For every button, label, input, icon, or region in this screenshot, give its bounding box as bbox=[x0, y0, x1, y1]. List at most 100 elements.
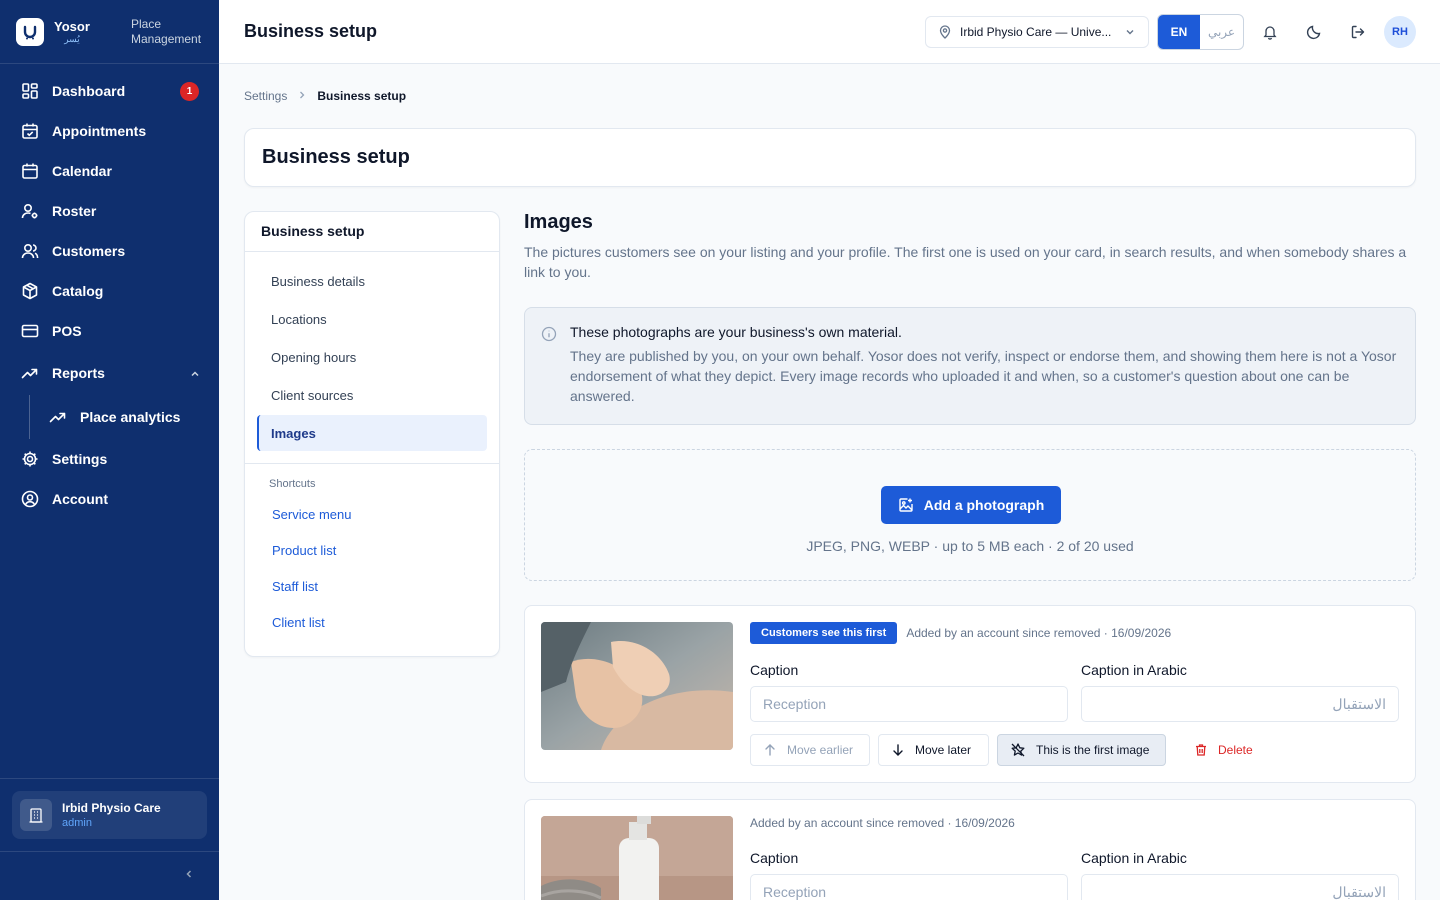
first-image-label: This is the first image bbox=[1036, 743, 1150, 757]
chevron-up-icon[interactable] bbox=[189, 367, 201, 383]
settings-subnav: Business setup Business details Location… bbox=[244, 211, 500, 657]
shortcuts-title: Shortcuts bbox=[269, 478, 316, 490]
place-role: admin bbox=[62, 817, 92, 829]
info-notice: These photographs are your business's ow… bbox=[524, 307, 1416, 425]
sidebar-item-label: Account bbox=[52, 491, 108, 507]
lang-ar-button[interactable]: عربي bbox=[1200, 15, 1243, 49]
sidebar-item-label: Customers bbox=[52, 243, 126, 259]
logout-icon[interactable] bbox=[1346, 20, 1370, 44]
shortcut-service-menu[interactable]: Service menu bbox=[245, 496, 499, 532]
page-title-card: Business setup bbox=[244, 128, 1416, 187]
subnav-item-opening-hours[interactable]: Opening hours bbox=[257, 339, 487, 375]
caption-input[interactable]: Reception bbox=[750, 874, 1068, 900]
sidebar-footer: Irbid Physio Care admin bbox=[0, 778, 219, 900]
sidebar-item-settings[interactable]: Settings bbox=[0, 439, 219, 479]
delete-button[interactable]: Delete bbox=[1182, 734, 1265, 766]
sidebar-item-appointments[interactable]: Appointments bbox=[0, 111, 219, 151]
breadcrumb-current: Business setup bbox=[317, 89, 407, 103]
image-actions: Move earlier Move later This is the firs… bbox=[750, 734, 1273, 766]
caption-label: Caption bbox=[750, 662, 799, 678]
info-icon bbox=[541, 326, 557, 347]
image-plus-icon bbox=[898, 497, 914, 513]
chevron-down-icon bbox=[1124, 26, 1136, 38]
location-select[interactable]: Irbid Physio Care — Unive... bbox=[925, 16, 1149, 48]
caption-label: Caption bbox=[750, 850, 799, 866]
chevron-left-icon[interactable] bbox=[183, 867, 195, 885]
calendar-icon bbox=[20, 161, 40, 181]
subnav-item-client-sources[interactable]: Client sources bbox=[257, 377, 487, 413]
brand-subtitle: Place Management bbox=[131, 16, 202, 46]
caption-arabic-input[interactable]: الاستقبال bbox=[1081, 874, 1399, 900]
add-photograph-button[interactable]: Add a photograph bbox=[881, 486, 1061, 524]
subnav-item-locations[interactable]: Locations bbox=[257, 301, 487, 337]
sidebar: Yosor يُسر Place Management Dashboard 1 … bbox=[0, 0, 219, 900]
location-select-value: Irbid Physio Care — Unive... bbox=[960, 25, 1112, 39]
sidebar-item-label: Reports bbox=[52, 365, 105, 381]
sidebar-item-label: Roster bbox=[52, 203, 97, 219]
image-thumbnail bbox=[541, 622, 733, 750]
image-card: Added by an account since removed · 16/0… bbox=[524, 799, 1416, 900]
subnav-item-business-details[interactable]: Business details bbox=[257, 263, 487, 299]
first-image-badge: Customers see this first bbox=[750, 622, 898, 644]
brand: Yosor يُسر Place Management bbox=[0, 0, 219, 64]
notice-body: They are published by you, on your own b… bbox=[570, 348, 1397, 404]
sidebar-collapse bbox=[0, 851, 219, 900]
sidebar-item-label: Catalog bbox=[52, 283, 104, 299]
first-image-button[interactable]: This is the first image bbox=[997, 734, 1166, 766]
lang-en-button[interactable]: EN bbox=[1158, 15, 1200, 49]
upload-hint: JPEG, PNG, WEBP · up to 5 MB each · 2 of… bbox=[806, 538, 1134, 554]
map-pin-icon bbox=[938, 25, 952, 39]
notification-badge: 1 bbox=[180, 82, 199, 101]
trending-up-icon bbox=[20, 363, 40, 383]
avatar[interactable]: RH bbox=[1384, 16, 1416, 48]
image-thumbnail bbox=[541, 816, 733, 900]
section-description: The pictures customers see on your listi… bbox=[524, 244, 1407, 280]
place-switcher[interactable]: Irbid Physio Care admin bbox=[12, 791, 207, 839]
sidebar-item-label: Calendar bbox=[52, 163, 112, 179]
notice-title: These photographs are your business's ow… bbox=[570, 324, 902, 340]
sidebar-item-reports[interactable]: Reports bbox=[0, 351, 219, 395]
sidebar-nav: Dashboard 1 Appointments Calendar Roster… bbox=[0, 64, 219, 519]
credit-card-icon bbox=[20, 321, 40, 341]
sidebar-item-label: Settings bbox=[52, 451, 108, 467]
sidebar-item-dashboard[interactable]: Dashboard 1 bbox=[0, 71, 219, 111]
breadcrumb: Settings Business setup bbox=[244, 89, 406, 103]
brand-arabic: يُسر bbox=[64, 33, 80, 44]
sidebar-item-place-analytics[interactable]: Place analytics bbox=[0, 395, 219, 439]
sidebar-item-label: POS bbox=[52, 323, 82, 339]
breadcrumb-settings[interactable]: Settings bbox=[244, 89, 287, 103]
dashboard-icon bbox=[20, 81, 40, 101]
caption-arabic-input[interactable]: الاستقبال bbox=[1081, 686, 1399, 722]
shortcut-client-list[interactable]: Client list bbox=[245, 604, 499, 640]
caption-input[interactable]: Reception bbox=[750, 686, 1068, 722]
upload-dropzone[interactable]: Add a photograph JPEG, PNG, WEBP · up to… bbox=[524, 449, 1416, 581]
top-header: Business setup Irbid Physio Care — Unive… bbox=[219, 0, 1440, 64]
sidebar-item-calendar[interactable]: Calendar bbox=[0, 151, 219, 191]
arrow-down-icon bbox=[891, 743, 905, 757]
sidebar-item-account[interactable]: Account bbox=[0, 479, 219, 519]
image-card: Customers see this first Added by an acc… bbox=[524, 605, 1416, 783]
sidebar-item-roster[interactable]: Roster bbox=[0, 191, 219, 231]
section-title: Images bbox=[524, 211, 593, 233]
subnav-item-images[interactable]: Images bbox=[257, 415, 487, 451]
moon-icon[interactable] bbox=[1302, 20, 1326, 44]
brand-name: Yosor bbox=[54, 18, 90, 34]
sidebar-item-label: Place analytics bbox=[80, 409, 181, 425]
move-later-button[interactable]: Move later bbox=[878, 734, 989, 766]
image-meta: Added by an account since removed · 16/0… bbox=[906, 626, 1172, 640]
yosor-logo-icon[interactable] bbox=[16, 17, 44, 46]
sidebar-item-pos[interactable]: POS bbox=[0, 311, 219, 351]
move-earlier-button[interactable]: Move earlier bbox=[750, 734, 870, 766]
bell-icon[interactable] bbox=[1258, 20, 1282, 44]
sidebar-item-label: Appointments bbox=[52, 123, 147, 139]
caption-arabic-label: Caption in Arabic bbox=[1081, 850, 1187, 866]
caption-arabic-label: Caption in Arabic bbox=[1081, 662, 1187, 678]
sidebar-item-catalog[interactable]: Catalog bbox=[0, 271, 219, 311]
move-later-label: Move later bbox=[915, 743, 972, 757]
gear-icon bbox=[20, 449, 40, 469]
shortcut-staff-list[interactable]: Staff list bbox=[245, 568, 499, 604]
package-icon bbox=[20, 281, 40, 301]
sidebar-item-customers[interactable]: Customers bbox=[0, 231, 219, 271]
trending-up-icon bbox=[48, 407, 68, 427]
shortcut-product-list[interactable]: Product list bbox=[245, 532, 499, 568]
